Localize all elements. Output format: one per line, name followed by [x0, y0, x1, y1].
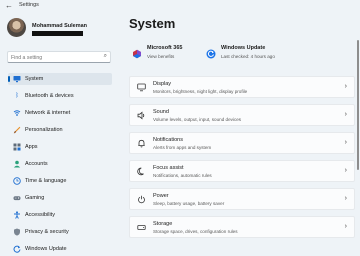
- row-title: Sound: [153, 109, 169, 115]
- accessibility-icon: [13, 211, 21, 219]
- sidebar-item-label: Accessibility: [25, 212, 55, 218]
- card-subtitle: View benefits: [147, 54, 175, 59]
- row-title: Display: [153, 81, 172, 87]
- row-subtitle: Notifications, automatic rules: [153, 173, 212, 178]
- sidebar-item-label: Privacy & security: [25, 229, 69, 235]
- wifi-icon: [13, 109, 21, 117]
- clock-globe-icon: [13, 177, 21, 185]
- avatar[interactable]: [7, 18, 26, 37]
- settings-row-sound[interactable]: Sound Volume levels, output, input, soun…: [129, 104, 355, 126]
- power-icon: [137, 195, 146, 204]
- sidebar-item-system[interactable]: System: [8, 73, 112, 85]
- controller-icon: [13, 194, 21, 202]
- search-input[interactable]: [11, 53, 99, 62]
- title-bar: ← Settings: [0, 0, 360, 12]
- sidebar-item-network[interactable]: Network & internet: [8, 107, 112, 119]
- chevron-right-icon: ›: [344, 111, 347, 118]
- sidebar-item-label: Personalization: [25, 127, 63, 133]
- row-subtitle: Alerts from apps and system: [153, 145, 212, 150]
- row-subtitle: Monitors, brightness, night light, displ…: [153, 89, 248, 94]
- storage-icon: [137, 223, 146, 232]
- row-title: Storage: [153, 221, 173, 227]
- microsoft365-card[interactable]: Microsoft 365 View benefits: [132, 45, 202, 63]
- row-title: Power: [153, 193, 169, 199]
- search-icon[interactable]: ⌕: [104, 53, 107, 60]
- windows-update-card[interactable]: Windows Update Last checked: 4 hours ago: [206, 45, 306, 63]
- user-name: Mohammad Suleman: [32, 23, 88, 29]
- chevron-right-icon: ›: [344, 139, 347, 146]
- speaker-icon: [137, 111, 146, 120]
- sidebar-item-label: Bluetooth & devices: [25, 93, 74, 99]
- chevron-right-icon: ›: [344, 223, 347, 230]
- search-box[interactable]: ⌕: [7, 51, 111, 63]
- row-title: Notifications: [153, 137, 183, 143]
- sidebar-item-windows-update[interactable]: Windows Update: [8, 243, 112, 255]
- sidebar: Mohammad Suleman ⌕ System ᛒ Bluetooth & …: [0, 12, 118, 253]
- active-indicator: [8, 76, 10, 82]
- sidebar-item-gaming[interactable]: Gaming: [8, 192, 112, 204]
- windows-update-icon: [206, 46, 216, 59]
- brush-icon: [13, 126, 21, 134]
- bell-icon: [137, 139, 146, 148]
- main-content: System Microsoft 365 View benefits Windo…: [122, 12, 360, 240]
- sidebar-item-personalization[interactable]: Personalization: [8, 124, 112, 136]
- sidebar-item-privacy-security[interactable]: Privacy & security: [8, 226, 112, 238]
- apps-icon: [13, 143, 21, 151]
- moon-icon: [137, 167, 146, 176]
- chevron-right-icon: ›: [344, 83, 347, 90]
- sidebar-item-time-language[interactable]: Time & language: [8, 175, 112, 187]
- sidebar-item-accounts[interactable]: Accounts: [8, 158, 112, 170]
- scrollbar[interactable]: [357, 40, 359, 170]
- card-title: Windows Update: [221, 45, 266, 51]
- display-icon: [137, 83, 146, 92]
- chevron-right-icon: ›: [344, 195, 347, 202]
- row-subtitle: Storage space, drives, configuration rul…: [153, 229, 238, 234]
- monitor-icon: [13, 75, 21, 83]
- bluetooth-icon: ᛒ: [15, 93, 19, 99]
- sidebar-item-accessibility[interactable]: Accessibility: [8, 209, 112, 221]
- card-subtitle: Last checked: 4 hours ago: [221, 54, 275, 59]
- redacted-email: [32, 31, 83, 36]
- settings-row-notifications[interactable]: Notifications Alerts from apps and syste…: [129, 132, 355, 154]
- settings-row-display[interactable]: Display Monitors, brightness, night ligh…: [129, 76, 355, 98]
- settings-row-power[interactable]: Power Sleep, battery usage, battery save…: [129, 188, 355, 210]
- row-title: Focus assist: [153, 165, 184, 171]
- sidebar-item-label: Gaming: [25, 195, 45, 201]
- window-title: Settings: [19, 1, 39, 8]
- row-subtitle: Volume levels, output, input, sound devi…: [153, 117, 242, 122]
- person-icon: [13, 160, 21, 168]
- update-icon: [13, 245, 21, 253]
- sidebar-item-apps[interactable]: Apps: [8, 141, 112, 153]
- sidebar-item-label: Network & internet: [25, 110, 71, 116]
- microsoft365-icon: [132, 46, 142, 59]
- shield-icon: [13, 228, 21, 236]
- sidebar-item-label: Windows Update: [25, 246, 67, 252]
- chevron-right-icon: ›: [344, 167, 347, 174]
- sidebar-item-bluetooth[interactable]: ᛒ Bluetooth & devices: [8, 90, 112, 102]
- settings-row-storage[interactable]: Storage Storage space, drives, configura…: [129, 216, 355, 238]
- sidebar-item-label: Time & language: [25, 178, 67, 184]
- sidebar-item-label: System: [25, 76, 44, 82]
- settings-row-focus-assist[interactable]: Focus assist Notifications, automatic ru…: [129, 160, 355, 182]
- sidebar-item-label: Apps: [25, 144, 38, 150]
- page-title: System: [129, 16, 176, 31]
- back-arrow-icon[interactable]: ←: [5, 1, 13, 10]
- row-subtitle: Sleep, battery usage, battery saver: [153, 201, 225, 206]
- card-title: Microsoft 365: [147, 45, 183, 51]
- sidebar-item-label: Accounts: [25, 161, 48, 167]
